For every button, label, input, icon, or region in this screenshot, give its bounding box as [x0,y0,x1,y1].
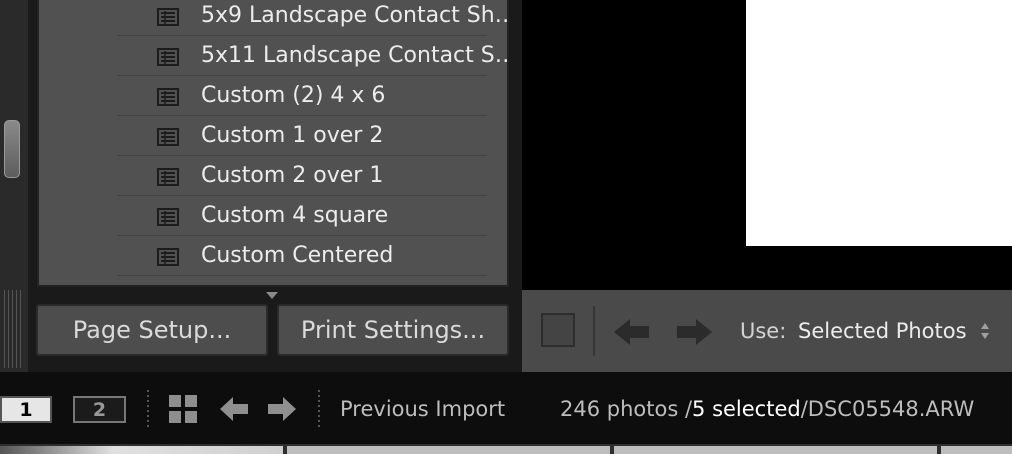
toolbar-divider [593,306,595,356]
thumbnail[interactable] [287,446,610,454]
main-window-button[interactable]: 1 [0,396,52,423]
grid-view-icon[interactable] [168,394,198,424]
template-label: 5x11 Landscape Contact S… [201,43,509,68]
previous-page-arrow-icon[interactable] [612,316,652,348]
scrollbar-thumb[interactable] [4,120,20,178]
template-label: 5x9 Landscape Contact Sh… [201,3,509,28]
filmstrip-source-label[interactable]: Previous Import [340,397,505,421]
secondary-window-button[interactable]: 2 [73,396,126,423]
photo-count: 246 photos / [560,397,693,421]
next-page-arrow-icon[interactable] [674,316,714,348]
filmstrip-photo-count: 246 photos /5 selected/DSC05548.ARW [560,397,974,421]
use-label: Use: [740,319,787,343]
use-selector[interactable]: Selected Photos [798,319,967,343]
template-label: Custom 2 over 1 [201,163,384,188]
template-label: Custom 1 over 2 [201,123,384,148]
template-item[interactable]: 5x9 Landscape Contact Sh… [39,0,507,36]
print-settings-button[interactable]: Print Settings... [277,304,509,356]
template-label: Custom (2) 4 x 6 [201,83,386,108]
template-icon [157,168,179,186]
template-icon [157,88,179,106]
thumbnail[interactable] [941,446,1012,454]
current-filename: /DSC05548.ARW [800,397,975,421]
selected-count: 5 selected [692,397,801,421]
collapse-triangle-icon[interactable] [266,292,278,299]
back-arrow-icon[interactable] [218,394,250,424]
separator [318,390,320,428]
template-item[interactable] [39,276,507,285]
template-label: Custom Centered [201,243,394,268]
template-list: 5x9 Landscape Contact Sh… 5x11 Landscape… [37,0,509,287]
page-bleed-toggle-button[interactable] [541,313,575,347]
template-icon [157,248,179,266]
separator [147,390,149,428]
thumbnail[interactable] [0,446,283,454]
template-item[interactable]: Custom (2) 4 x 6 [39,76,507,116]
template-icon [157,8,179,26]
stepper-arrows-icon[interactable] [980,321,990,341]
template-item[interactable]: 5x11 Landscape Contact S… [39,36,507,76]
template-label: Custom 4 square [201,203,389,228]
panel-resize-grip[interactable] [4,290,22,368]
template-item[interactable]: Custom 2 over 1 [39,156,507,196]
thumbnail[interactable] [614,446,937,454]
template-icon [157,208,179,226]
forward-arrow-icon[interactable] [266,394,298,424]
template-icon [157,128,179,146]
template-item[interactable]: Custom 4 square [39,196,507,236]
preview-page[interactable] [746,0,1012,246]
template-icon [157,48,179,66]
page-setup-button[interactable]: Page Setup... [36,304,268,356]
template-item[interactable]: Custom Centered [39,236,507,276]
template-item[interactable]: Custom 1 over 2 [39,116,507,156]
